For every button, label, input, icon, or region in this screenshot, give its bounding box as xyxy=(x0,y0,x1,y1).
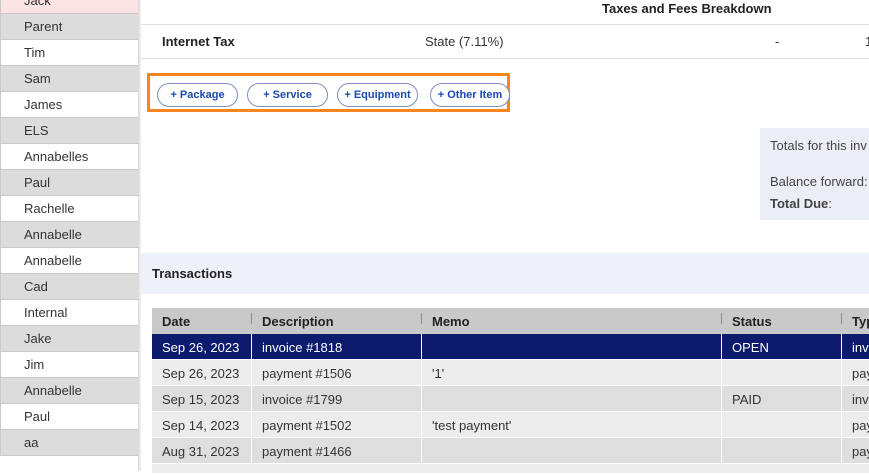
cell-memo: 'test payment' xyxy=(432,418,512,433)
transactions-section-header: Transactions xyxy=(141,253,869,294)
cell-divider xyxy=(421,386,422,412)
column-separator[interactable] xyxy=(421,313,422,324)
cell-divider xyxy=(421,360,422,386)
cell-divider xyxy=(421,334,422,360)
list-item[interactable]: Jim xyxy=(0,352,138,378)
list-item[interactable]: Parent xyxy=(0,14,138,40)
cell-divider xyxy=(251,438,252,464)
cell-date: Sep 15, 2023 xyxy=(162,392,240,407)
cell-divider xyxy=(721,360,722,386)
balance-forward-label: Balance forward: xyxy=(770,174,868,189)
total-due-colon: : xyxy=(828,196,832,211)
cell-divider xyxy=(841,412,842,438)
cell-divider xyxy=(251,412,252,438)
tax-amount: 1 xyxy=(865,34,869,49)
list-item[interactable]: Rachelle xyxy=(0,196,138,222)
cell-memo: '1' xyxy=(432,366,445,381)
list-item[interactable]: Paul xyxy=(0,404,138,430)
list-item[interactable]: ELS xyxy=(0,118,138,144)
list-item[interactable]: aa xyxy=(0,430,138,456)
list-item[interactable]: Paul xyxy=(0,170,138,196)
column-separator[interactable] xyxy=(841,313,842,324)
cell-divider xyxy=(841,438,842,464)
column-header-description[interactable]: Description xyxy=(262,314,334,329)
total-due-label: Total Due: xyxy=(770,196,832,211)
column-header-status[interactable]: Status xyxy=(732,314,772,329)
table-row[interactable]: Sep 14, 2023 payment #1502 'test payment… xyxy=(152,412,869,438)
table-row[interactable] xyxy=(152,464,869,474)
cell-description: payment #1466 xyxy=(262,444,352,459)
cell-divider xyxy=(841,334,842,360)
cell-date: Sep 26, 2023 xyxy=(162,340,240,355)
tax-rate: State (7.11%) xyxy=(425,34,504,49)
cell-type: pay xyxy=(852,418,869,433)
cell-status: OPEN xyxy=(732,340,769,355)
table-row[interactable]: Sep 26, 2023 payment #1506 '1' pay xyxy=(152,360,869,386)
list-item[interactable]: Jake xyxy=(0,326,138,352)
cell-divider xyxy=(251,360,252,386)
cell-type: inv xyxy=(852,392,869,407)
transactions-title: Transactions xyxy=(152,266,233,281)
taxes-header: Taxes and Fees Breakdown xyxy=(602,1,772,16)
cell-divider xyxy=(421,438,422,464)
list-item[interactable]: Cad xyxy=(0,274,138,300)
add-package-button[interactable]: + Package xyxy=(157,83,238,107)
table-row[interactable]: Aug 31, 2023 payment #1466 pay xyxy=(152,438,869,464)
add-other-item-button[interactable]: + Other Item xyxy=(430,83,510,107)
cell-date: Sep 14, 2023 xyxy=(162,418,240,433)
add-item-toolbar: + Package + Service + Equipment + Other … xyxy=(147,73,510,112)
table-row[interactable]: Sep 15, 2023 invoice #1799 PAID inv xyxy=(152,386,869,412)
add-service-button[interactable]: + Service xyxy=(247,83,328,107)
table-row[interactable]: Sep 26, 2023 invoice #1818 OPEN inv xyxy=(152,334,869,360)
list-item[interactable]: Internal xyxy=(0,300,138,326)
tax-row: Internet Tax State (7.11%) - 1 xyxy=(141,24,869,59)
list-item[interactable]: Annabelle xyxy=(0,222,138,248)
list-item[interactable]: Sam xyxy=(0,66,138,92)
list-item[interactable]: Annabelle xyxy=(0,378,138,404)
list-item[interactable]: Tim xyxy=(0,40,138,66)
cell-divider xyxy=(421,412,422,438)
tax-name: Internet Tax xyxy=(162,34,235,49)
list-item[interactable]: Jack xyxy=(0,0,138,14)
add-equipment-button[interactable]: + Equipment xyxy=(337,83,418,107)
totals-box: Totals for this inv Balance forward: Tot… xyxy=(760,128,869,220)
tax-dash: - xyxy=(775,34,780,49)
list-item[interactable]: Annabelle xyxy=(0,248,138,274)
cell-divider xyxy=(721,334,722,360)
column-header-memo[interactable]: Memo xyxy=(432,314,470,329)
cell-description: invoice #1799 xyxy=(262,392,343,407)
cell-divider xyxy=(251,386,252,412)
cell-type: pay xyxy=(852,444,869,459)
cell-description: payment #1502 xyxy=(262,418,352,433)
cell-description: payment #1506 xyxy=(262,366,352,381)
list-item[interactable]: Annabelles xyxy=(0,144,138,170)
contact-list: Jack Parent Tim Sam James ELS Annabelles… xyxy=(0,0,138,456)
column-header-date[interactable]: Date xyxy=(162,314,190,329)
cell-divider xyxy=(721,438,722,464)
cell-type: pay xyxy=(852,366,869,381)
total-due-text: Total Due xyxy=(770,196,829,211)
table-header: Date Description Memo Status Typ xyxy=(152,308,869,334)
transactions-table: Date Description Memo Status Typ Sep 26,… xyxy=(152,308,869,474)
column-separator[interactable] xyxy=(251,313,252,324)
invoice-panel: Taxes and Fees Breakdown Internet Tax St… xyxy=(141,0,869,474)
cell-divider xyxy=(841,386,842,412)
cell-date: Aug 31, 2023 xyxy=(162,444,240,459)
list-item[interactable]: James xyxy=(0,92,138,118)
cell-type: inv xyxy=(852,340,869,355)
column-separator[interactable] xyxy=(721,313,722,324)
cell-divider xyxy=(721,386,722,412)
cell-date: Sep 26, 2023 xyxy=(162,366,240,381)
cell-divider xyxy=(841,360,842,386)
cell-divider xyxy=(251,334,252,360)
totals-title: Totals for this inv xyxy=(770,138,867,153)
column-header-type[interactable]: Typ xyxy=(852,314,869,329)
cell-description: invoice #1818 xyxy=(262,340,343,355)
cell-status: PAID xyxy=(732,392,762,407)
cell-divider xyxy=(721,412,722,438)
